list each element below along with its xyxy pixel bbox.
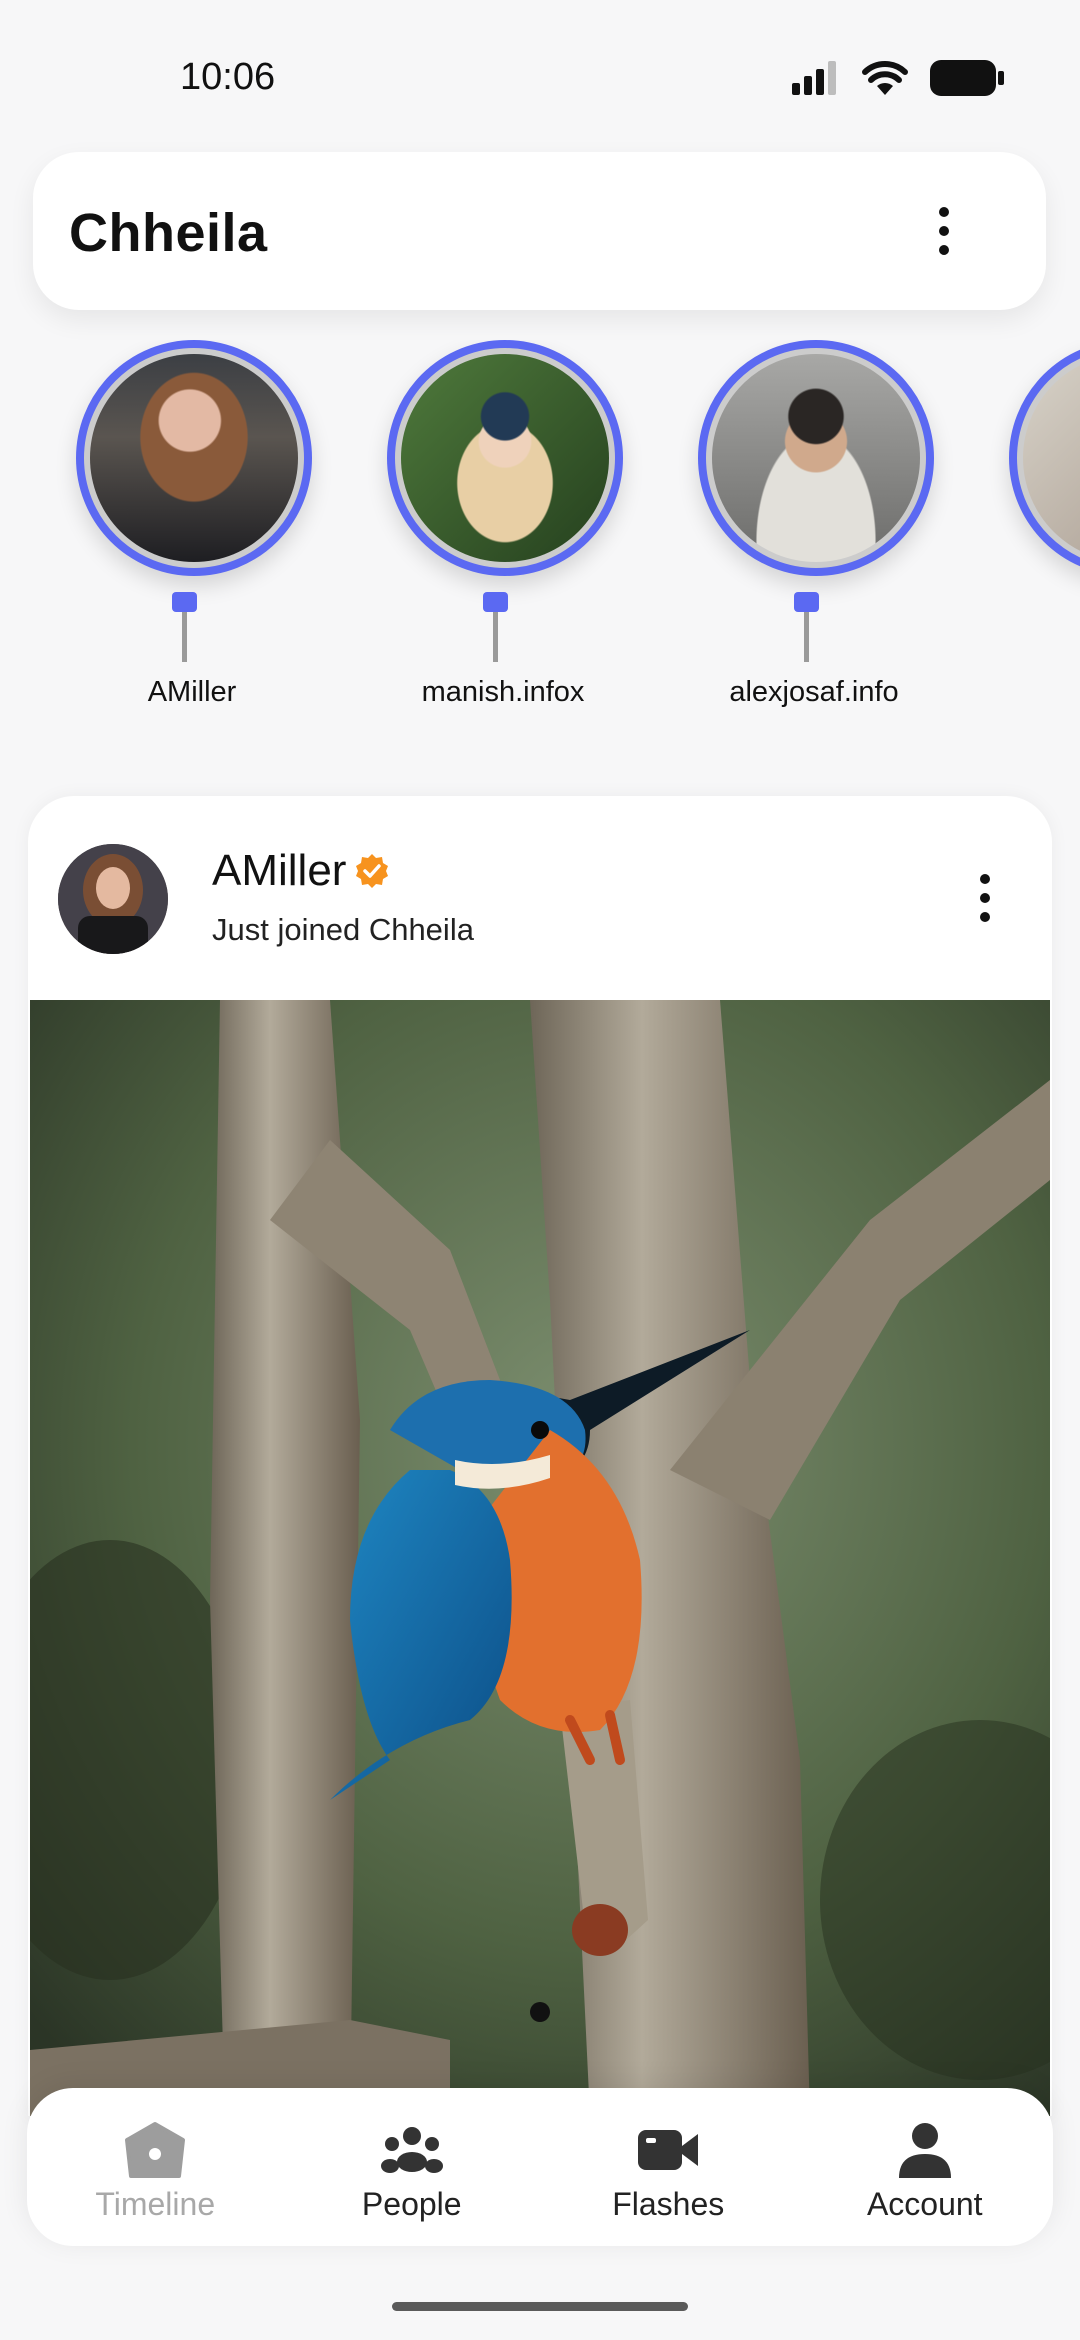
story-avatar[interactable] [698,340,934,576]
app-title: Chheila [69,203,268,263]
post-author-avatar[interactable] [58,844,168,954]
status-icons [792,60,1004,96]
home-icon [125,2122,186,2178]
story-avatar[interactable] [387,340,623,576]
story-indicator [794,592,819,612]
kingfisher-photo [30,1000,1050,2116]
bottom-navigation: Timeline People Flashes Account [27,2088,1053,2246]
story-item[interactable]: manish.infox [383,340,623,720]
story-name: alexjosaf.info [729,676,899,708]
post-author-name: AMiller [212,846,347,895]
post-image[interactable] [30,1000,1050,2116]
story-name: te [965,676,1080,709]
person-icon [898,2123,951,2178]
nav-label: Flashes [612,2186,725,2222]
story-avatar[interactable] [76,340,312,576]
wifi-icon [862,61,908,95]
nav-timeline[interactable]: Timeline [27,2088,284,2246]
signal-icon [792,61,836,95]
story-name: AMiller [147,676,237,708]
battery-icon [930,60,1004,96]
video-camera-icon [638,2130,699,2170]
nav-people[interactable]: People [284,2088,541,2246]
nav-account[interactable]: Account [797,2088,1054,2246]
more-vertical-icon[interactable] [929,207,959,255]
nav-label: Timeline [95,2186,216,2222]
story-indicator [172,592,197,612]
story-avatar[interactable] [1009,340,1080,576]
post-author[interactable]: AMiller [212,846,390,896]
story-item[interactable]: alexjosaf.info [694,340,934,720]
status-time: 10:06 [180,56,276,98]
people-icon [380,2127,443,2173]
app-header: Chheila [33,152,1046,310]
post-subtitle: Just joined Chheila [212,912,474,947]
stories-row: AMiller manish.infox alexjosaf.info te [0,340,1080,730]
status-bar: 10:06 [0,0,1080,150]
post-card: AMiller Just joined Chheila [28,796,1052,2116]
home-indicator[interactable] [392,2302,688,2311]
story-item[interactable]: AMiller [72,340,312,720]
more-vertical-icon[interactable] [970,874,1000,922]
nav-flashes[interactable]: Flashes [540,2088,797,2246]
nav-label: People [361,2186,462,2222]
story-name: manish.infox [421,676,585,708]
verified-badge-icon [356,854,389,888]
story-item[interactable]: te [1005,340,1080,720]
story-indicator [483,592,508,612]
nav-label: Account [866,2186,983,2222]
